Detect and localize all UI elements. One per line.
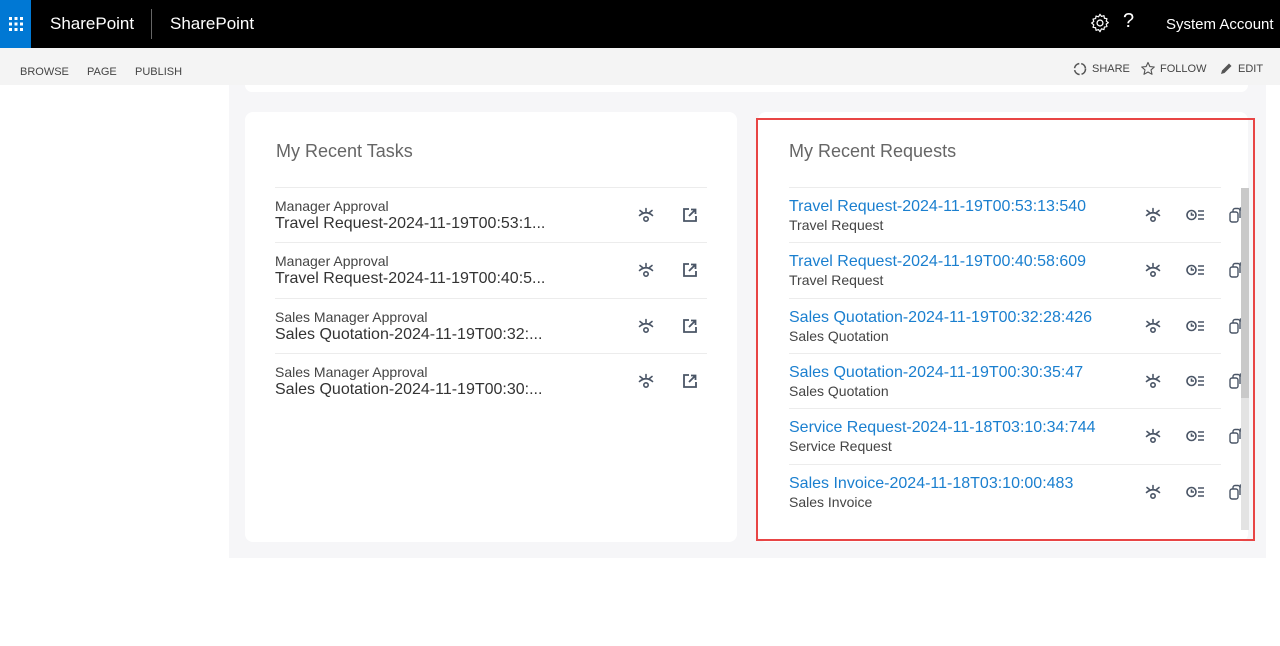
task-step: Manager Approval [275,253,389,270]
brand-link[interactable]: SharePoint [50,14,134,34]
suite-bar: SharePoint SharePoint ? System Account [0,0,1280,48]
task-name-link[interactable]: Travel Request-2024-11-19T00:40:5... [275,270,545,288]
share-label: SHARE [1092,63,1130,75]
request-row: Sales Invoice-2024-11-18T03:10:00:483 Sal… [789,463,1243,519]
star-icon [1141,61,1155,75]
view-flow-icon[interactable] [637,206,655,224]
request-type: Sales Quotation [789,327,889,344]
history-icon[interactable] [1185,372,1207,390]
task-name-link[interactable]: Travel Request-2024-11-19T00:53:1... [275,215,545,233]
open-external-icon[interactable] [681,261,699,279]
task-row[interactable]: Sales Manager Approval Sales Quotation-20… [275,352,707,408]
history-icon[interactable] [1185,317,1207,335]
request-type: Sales Quotation [789,382,889,399]
request-type: Travel Request [789,272,884,289]
view-flow-icon[interactable] [1144,261,1162,279]
task-step: Sales Manager Approval [275,363,428,380]
site-title-link[interactable]: SharePoint [170,14,254,34]
task-row[interactable]: Manager Approval Travel Request-2024-11-1… [275,187,707,242]
task-row[interactable]: Manager Approval Travel Request-2024-11-1… [275,242,707,297]
edit-label: EDIT [1238,63,1264,75]
task-step: Manager Approval [275,198,389,214]
history-icon[interactable] [1185,427,1207,445]
view-flow-icon[interactable] [1144,206,1162,224]
task-row[interactable]: Sales Manager Approval Sales Quotation-20… [275,297,707,353]
recent-tasks-title: My Recent Tasks [276,141,413,161]
request-name-link[interactable]: Sales Quotation-2024-11-19T00:30:35:47 [789,364,1083,382]
help-button[interactable]: ? [1123,10,1134,33]
history-icon[interactable] [1185,483,1207,501]
view-flow-icon[interactable] [1144,317,1162,335]
follow-button[interactable]: FOLLOW [1140,61,1206,77]
app-launcher-button[interactable] [0,0,31,48]
open-external-icon[interactable] [681,317,699,335]
tab-browse[interactable]: BROWSE [20,66,69,78]
view-flow-icon[interactable] [637,317,655,335]
request-row: Service Request-2024-11-18T03:10:34:744 S… [789,408,1243,463]
account-menu[interactable]: System Account [1166,16,1274,33]
gear-icon[interactable] [1089,12,1111,34]
requests-scrollbar-thumb[interactable] [1241,188,1249,398]
view-flow-icon[interactable] [1144,483,1162,501]
request-row: Sales Quotation-2024-11-19T00:32:28:426 S… [789,297,1243,353]
follow-label: FOLLOW [1160,63,1207,75]
open-external-icon[interactable] [681,372,699,390]
share-button[interactable]: SHARE [1072,61,1130,77]
request-row: Travel Request-2024-11-19T00:53:13:540 Tr… [789,187,1243,242]
view-flow-icon[interactable] [1144,372,1162,390]
request-type: Sales Invoice [789,493,873,510]
open-external-icon[interactable] [681,206,699,224]
request-row: Travel Request-2024-11-19T00:40:58:609 Tr… [789,242,1243,297]
task-name-link[interactable]: Sales Quotation-2024-11-19T00:30:... [275,381,542,399]
task-step: Sales Manager Approval [275,308,428,325]
recent-requests-title: My Recent Requests [789,141,957,161]
request-name-link[interactable]: Service Request-2024-11-18T03:10:34:744 [789,419,1096,437]
request-row: Sales Quotation-2024-11-19T00:30:35:47 Sa… [789,352,1243,408]
view-flow-icon[interactable] [1144,427,1162,445]
edit-button[interactable]: EDIT [1218,61,1263,77]
history-icon[interactable] [1185,261,1207,279]
view-flow-icon[interactable] [637,372,655,390]
request-name-link[interactable]: Sales Invoice-2024-11-18T03:10:00:483 [789,475,1073,493]
history-icon[interactable] [1185,206,1207,224]
waffle-icon [8,17,23,31]
tab-page[interactable]: PAGE [87,66,117,78]
request-name-link[interactable]: Travel Request-2024-11-19T00:40:58:609 [789,253,1086,271]
request-name-link[interactable]: Sales Quotation-2024-11-19T00:32:28:426 [789,309,1092,327]
view-flow-icon[interactable] [637,261,655,279]
share-icon [1073,62,1087,76]
request-type: Travel Request [789,217,884,233]
brand-divider [151,9,152,39]
request-type: Service Request [789,438,892,455]
tab-publish[interactable]: PUBLISH [135,66,182,78]
previous-card-bottom [245,85,1248,92]
task-name-link[interactable]: Sales Quotation-2024-11-19T00:32:... [275,326,542,344]
pencil-icon [1221,63,1232,74]
request-name-link[interactable]: Travel Request-2024-11-19T00:53:13:540 [789,198,1086,216]
